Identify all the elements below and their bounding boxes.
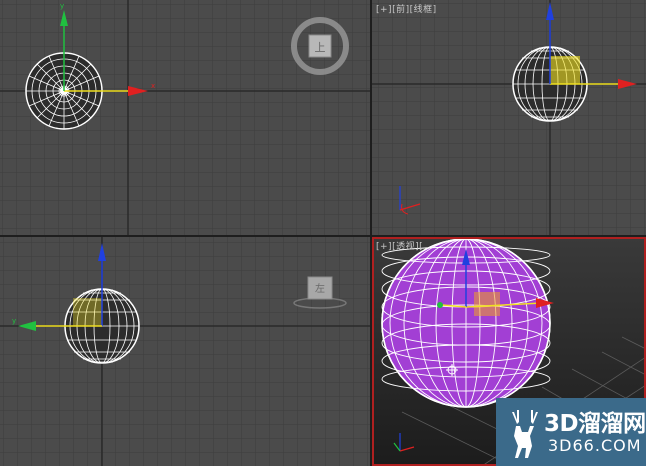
viewport-menu-plus[interactable]: [+] — [376, 242, 392, 252]
viewport-top[interactable]: x y 上 — [0, 0, 370, 235]
svg-text:y: y — [12, 317, 16, 325]
viewport-label-perspective[interactable]: [+][透视][ — [376, 239, 423, 252]
viewport-left[interactable]: y 左 — [0, 237, 370, 466]
viewport-layout: x y 上 [+][前][线框] y 左 [+][透视][3D溜溜网 3D66… — [0, 0, 646, 466]
viewport-menu-shading[interactable]: [ — [419, 242, 423, 252]
viewport-label-front[interactable]: [+][前][线框] — [376, 2, 437, 15]
watermark-url: 3D66.COM — [548, 436, 642, 455]
viewport-front[interactable]: [+][前][线框] — [372, 0, 646, 235]
watermark: 3D溜溜网 3D66.COM — [496, 398, 646, 466]
viewport-left-canvas: y 左 — [0, 237, 370, 466]
viewport-front-canvas — [372, 0, 646, 235]
viewport-top-canvas: x y 上 — [0, 0, 370, 235]
viewcube-left-face-label: 左 — [315, 282, 325, 295]
viewport-menu-plus[interactable]: [+] — [376, 5, 392, 15]
svg-text:y: y — [60, 2, 64, 10]
svg-text:x: x — [151, 82, 155, 90]
deer-logo-icon — [512, 410, 538, 458]
viewport-menu-shading[interactable]: [线框] — [410, 5, 437, 15]
watermark-brand: 3D溜溜网 — [544, 411, 646, 437]
world-axis-tripod-perspective — [393, 433, 415, 452]
viewcube-top-face-label: 上 — [315, 41, 326, 54]
viewport-menu-view[interactable]: [透视] — [392, 242, 419, 252]
viewport-menu-view[interactable]: [前] — [392, 5, 410, 15]
